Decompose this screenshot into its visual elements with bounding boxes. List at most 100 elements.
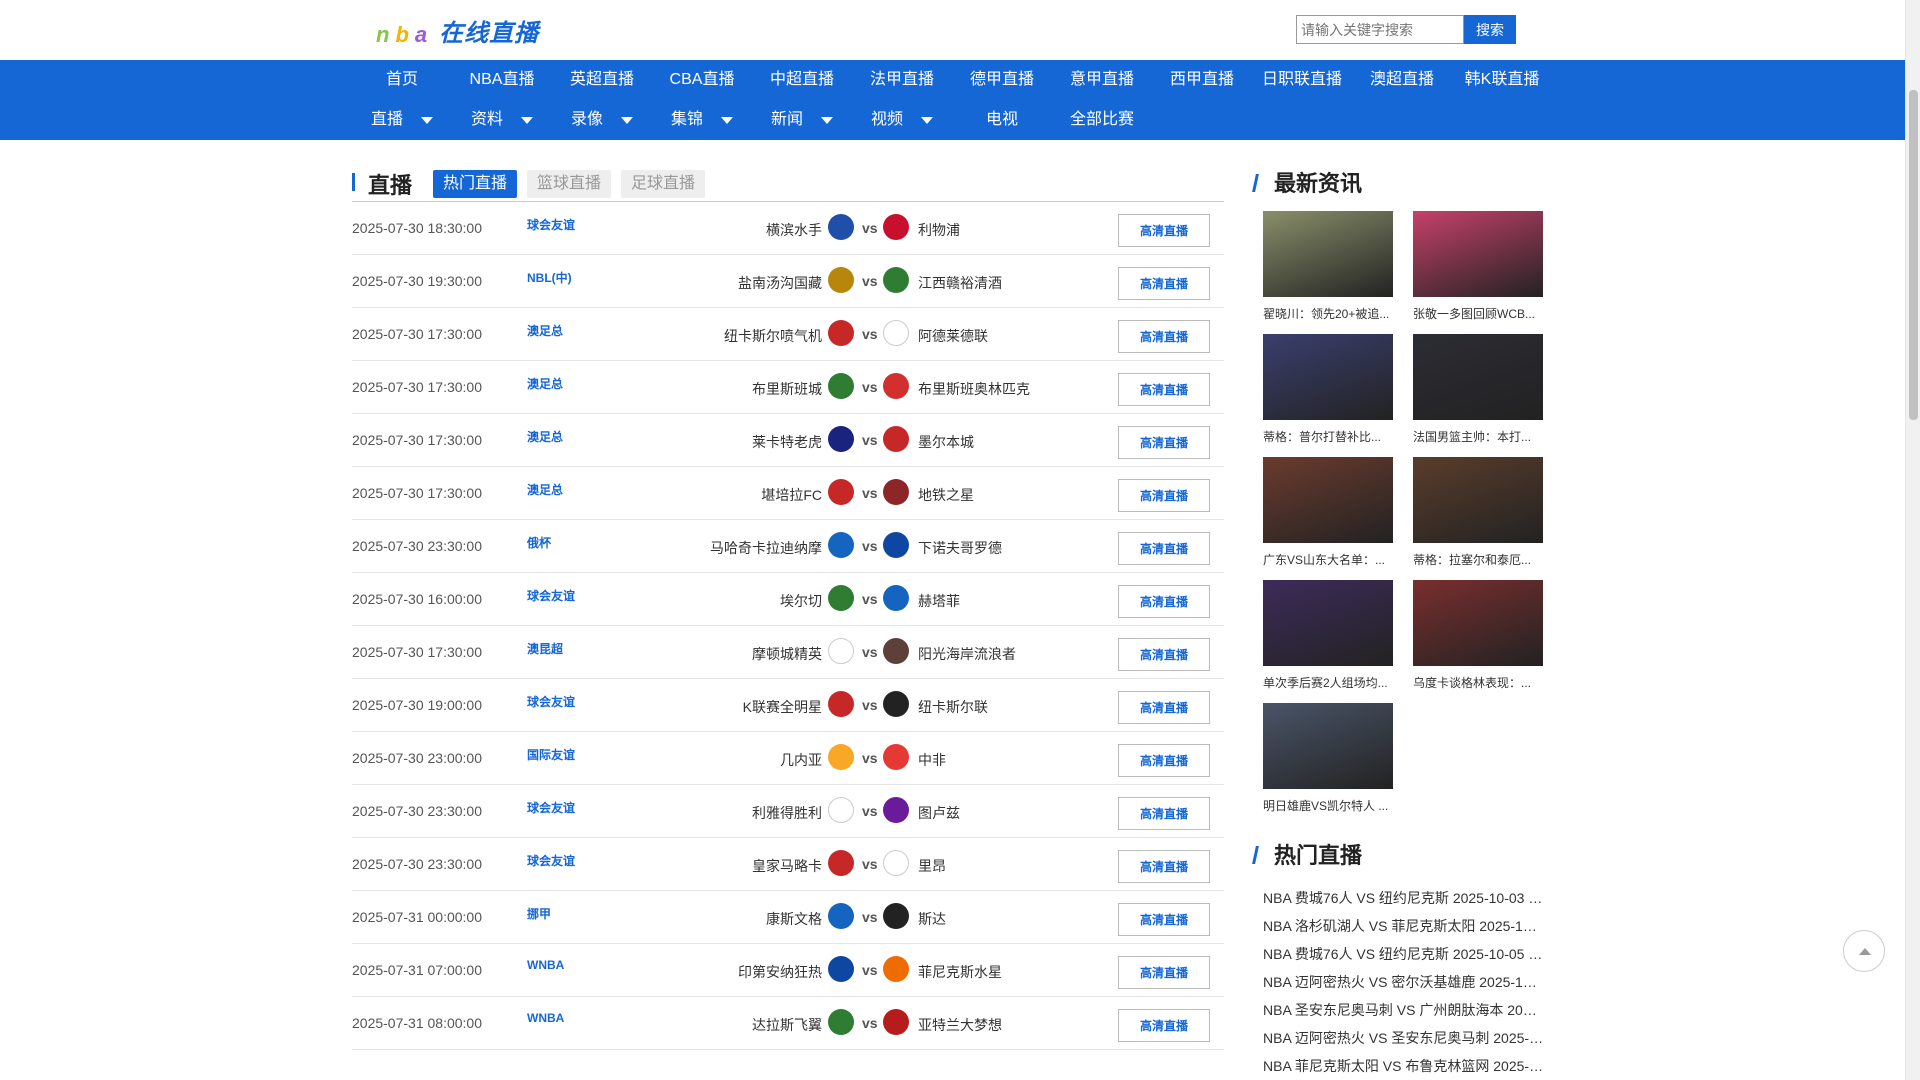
nav-link[interactable]: 澳超直播: [1352, 69, 1452, 91]
match-league[interactable]: 挪甲: [527, 905, 551, 922]
news-thumbnail[interactable]: [1413, 580, 1543, 666]
home-team: K联赛全明星: [742, 699, 822, 715]
news-caption[interactable]: 广东VS山东大名单：...: [1263, 551, 1393, 568]
match-league[interactable]: 澳足总: [527, 481, 563, 498]
nav-link[interactable]: 中超直播: [752, 69, 852, 91]
hot-live-item[interactable]: NBA 洛杉矶湖人 VS 菲尼克斯太阳 2025-10-04 10:00:00: [1263, 916, 1544, 944]
hd-live-button[interactable]: 高清直播: [1118, 426, 1210, 459]
news-thumbnail[interactable]: [1263, 457, 1393, 543]
tab-3[interactable]: 足球直播: [621, 170, 706, 198]
news-item[interactable]: 蒂格：拉塞尔和泰厄...: [1413, 457, 1543, 580]
nav-link[interactable]: 日职联直播: [1252, 69, 1352, 91]
caret-down-icon: [621, 116, 633, 124]
match-league[interactable]: 澳足总: [527, 375, 563, 392]
match-league[interactable]: 球会友谊: [527, 852, 575, 869]
news-thumbnail[interactable]: [1263, 211, 1393, 297]
match-league[interactable]: 澳足总: [527, 428, 563, 445]
news-item[interactable]: 法国男篮主帅：本打...: [1413, 334, 1543, 457]
hd-live-button[interactable]: 高清直播: [1118, 532, 1210, 565]
nav-link[interactable]: NBA直播: [452, 69, 552, 91]
nav-menu-5[interactable]: 新闻: [752, 109, 852, 131]
match-league[interactable]: 国际友谊: [527, 746, 575, 763]
news-thumbnail[interactable]: [1263, 580, 1393, 666]
hd-live-button[interactable]: 高清直播: [1118, 956, 1210, 989]
nav-menu-3[interactable]: 录像: [552, 109, 652, 131]
news-item[interactable]: 广东VS山东大名单：...: [1263, 457, 1393, 580]
hd-live-button[interactable]: 高清直播: [1118, 797, 1210, 830]
match-league[interactable]: 球会友谊: [527, 216, 575, 233]
hd-live-button[interactable]: 高清直播: [1118, 850, 1210, 883]
hd-live-button[interactable]: 高清直播: [1118, 373, 1210, 406]
news-caption[interactable]: 法国男篮主帅：本打...: [1413, 428, 1543, 445]
match-league[interactable]: 球会友谊: [527, 693, 575, 710]
nav-menu-6[interactable]: 视频: [852, 109, 952, 131]
match-league[interactable]: 澳足总: [527, 322, 563, 339]
news-caption[interactable]: 蒂格：拉塞尔和泰厄...: [1413, 551, 1543, 568]
hot-live-item[interactable]: NBA 迈阿密热火 VS 密尔沃基雄鹿 2025-10-06 07:00:00: [1263, 972, 1544, 1000]
hd-live-button[interactable]: 高清直播: [1118, 903, 1210, 936]
news-caption[interactable]: 蒂格：普尔打替补比...: [1263, 428, 1393, 445]
vs-label: vs: [862, 220, 878, 236]
news-caption[interactable]: 单次季后赛2人组场均...: [1263, 674, 1393, 691]
match-time: 2025-07-30 17:30:00: [352, 379, 482, 395]
news-item[interactable]: 张敬一多图回顾WCB...: [1413, 211, 1543, 334]
nav-link[interactable]: 韩K联直播: [1452, 69, 1552, 91]
nav-link[interactable]: 首页: [352, 69, 452, 91]
news-caption[interactable]: 张敬一多图回顾WCB...: [1413, 305, 1543, 322]
match-league[interactable]: NBL(中): [527, 269, 572, 286]
hd-live-button[interactable]: 高清直播: [1118, 267, 1210, 300]
news-thumbnail[interactable]: [1263, 703, 1393, 789]
hot-live-item[interactable]: NBA 费城76人 VS 纽约尼克斯 2025-10-03 08:00:00: [1263, 888, 1544, 916]
match-league[interactable]: 俄杯: [527, 534, 551, 551]
hot-live-item[interactable]: NBA 菲尼克斯太阳 VS 布鲁克林篮网 2025-10-10 08:00:00: [1263, 1056, 1544, 1080]
hd-live-button[interactable]: 高清直播: [1118, 744, 1210, 777]
nav-menu-1[interactable]: 直播: [352, 109, 452, 131]
hd-live-button[interactable]: 高清直播: [1118, 1009, 1210, 1042]
news-item[interactable]: 翟晓川：领先20+被追...: [1263, 211, 1393, 334]
news-item[interactable]: 明日雄鹿VS凯尔特人 ...: [1263, 703, 1393, 826]
search-input[interactable]: [1296, 15, 1464, 44]
hd-live-button[interactable]: 高清直播: [1118, 585, 1210, 618]
nav-menu-4[interactable]: 集锦: [652, 109, 752, 131]
hd-live-button[interactable]: 高清直播: [1118, 691, 1210, 724]
news-item[interactable]: 乌度卡谈格林表现：...: [1413, 580, 1543, 703]
news-thumbnail[interactable]: [1413, 334, 1543, 420]
hd-live-button[interactable]: 高清直播: [1118, 320, 1210, 353]
news-item[interactable]: 单次季后赛2人组场均...: [1263, 580, 1393, 703]
hd-live-button[interactable]: 高清直播: [1118, 638, 1210, 671]
nav-menu-7[interactable]: 电视: [952, 109, 1052, 131]
hd-live-button[interactable]: 高清直播: [1118, 214, 1210, 247]
nav-menu-8[interactable]: 全部比赛: [1052, 109, 1152, 131]
match-league[interactable]: 澳昆超: [527, 640, 563, 657]
hot-live-item[interactable]: NBA 迈阿密热火 VS 圣安东尼奥马刺 2025-10-08 08:00:00: [1263, 1028, 1544, 1056]
nav-link[interactable]: 德甲直播: [952, 69, 1052, 91]
news-item[interactable]: 蒂格：普尔打替补比...: [1263, 334, 1393, 457]
nav-link[interactable]: 西甲直播: [1152, 69, 1252, 91]
tab-1[interactable]: 热门直播: [433, 170, 518, 198]
nav-link[interactable]: 法甲直播: [852, 69, 952, 91]
hd-live-button[interactable]: 高清直播: [1118, 479, 1210, 512]
hot-live-item[interactable]: NBA 费城76人 VS 纽约尼克斯 2025-10-05 06:00:00: [1263, 944, 1544, 972]
nav-link[interactable]: CBA直播: [652, 69, 752, 91]
news-thumbnail[interactable]: [1263, 334, 1393, 420]
news-caption[interactable]: 翟晓川：领先20+被追...: [1263, 305, 1393, 322]
page-scrollbar[interactable]: [1905, 0, 1920, 1080]
match-league[interactable]: WNBA: [527, 1011, 564, 1025]
news-thumbnail[interactable]: [1413, 457, 1543, 543]
scrollbar-thumb[interactable]: [1909, 90, 1918, 420]
news-caption[interactable]: 明日雄鹿VS凯尔特人 ...: [1263, 797, 1393, 814]
site-logo[interactable]: n b a 在线直播: [376, 18, 539, 48]
news-caption[interactable]: 乌度卡谈格林表现：...: [1413, 674, 1543, 691]
nav-menu-label: 录像: [570, 111, 603, 128]
hot-live-item[interactable]: NBA 圣安东尼奥马刺 VS 广州朗肽海本 2025-10-06 08:00:0…: [1263, 1000, 1544, 1028]
back-to-top-button[interactable]: [1843, 930, 1885, 972]
match-league[interactable]: 球会友谊: [527, 799, 575, 816]
nav-link[interactable]: 意甲直播: [1052, 69, 1152, 91]
news-thumbnail[interactable]: [1413, 211, 1543, 297]
search-button[interactable]: 搜索: [1464, 15, 1516, 44]
nav-link[interactable]: 英超直播: [552, 69, 652, 91]
nav-menu-2[interactable]: 资料: [452, 109, 552, 131]
match-league[interactable]: WNBA: [527, 958, 564, 972]
match-league[interactable]: 球会友谊: [527, 587, 575, 604]
tab-2[interactable]: 篮球直播: [527, 170, 612, 198]
